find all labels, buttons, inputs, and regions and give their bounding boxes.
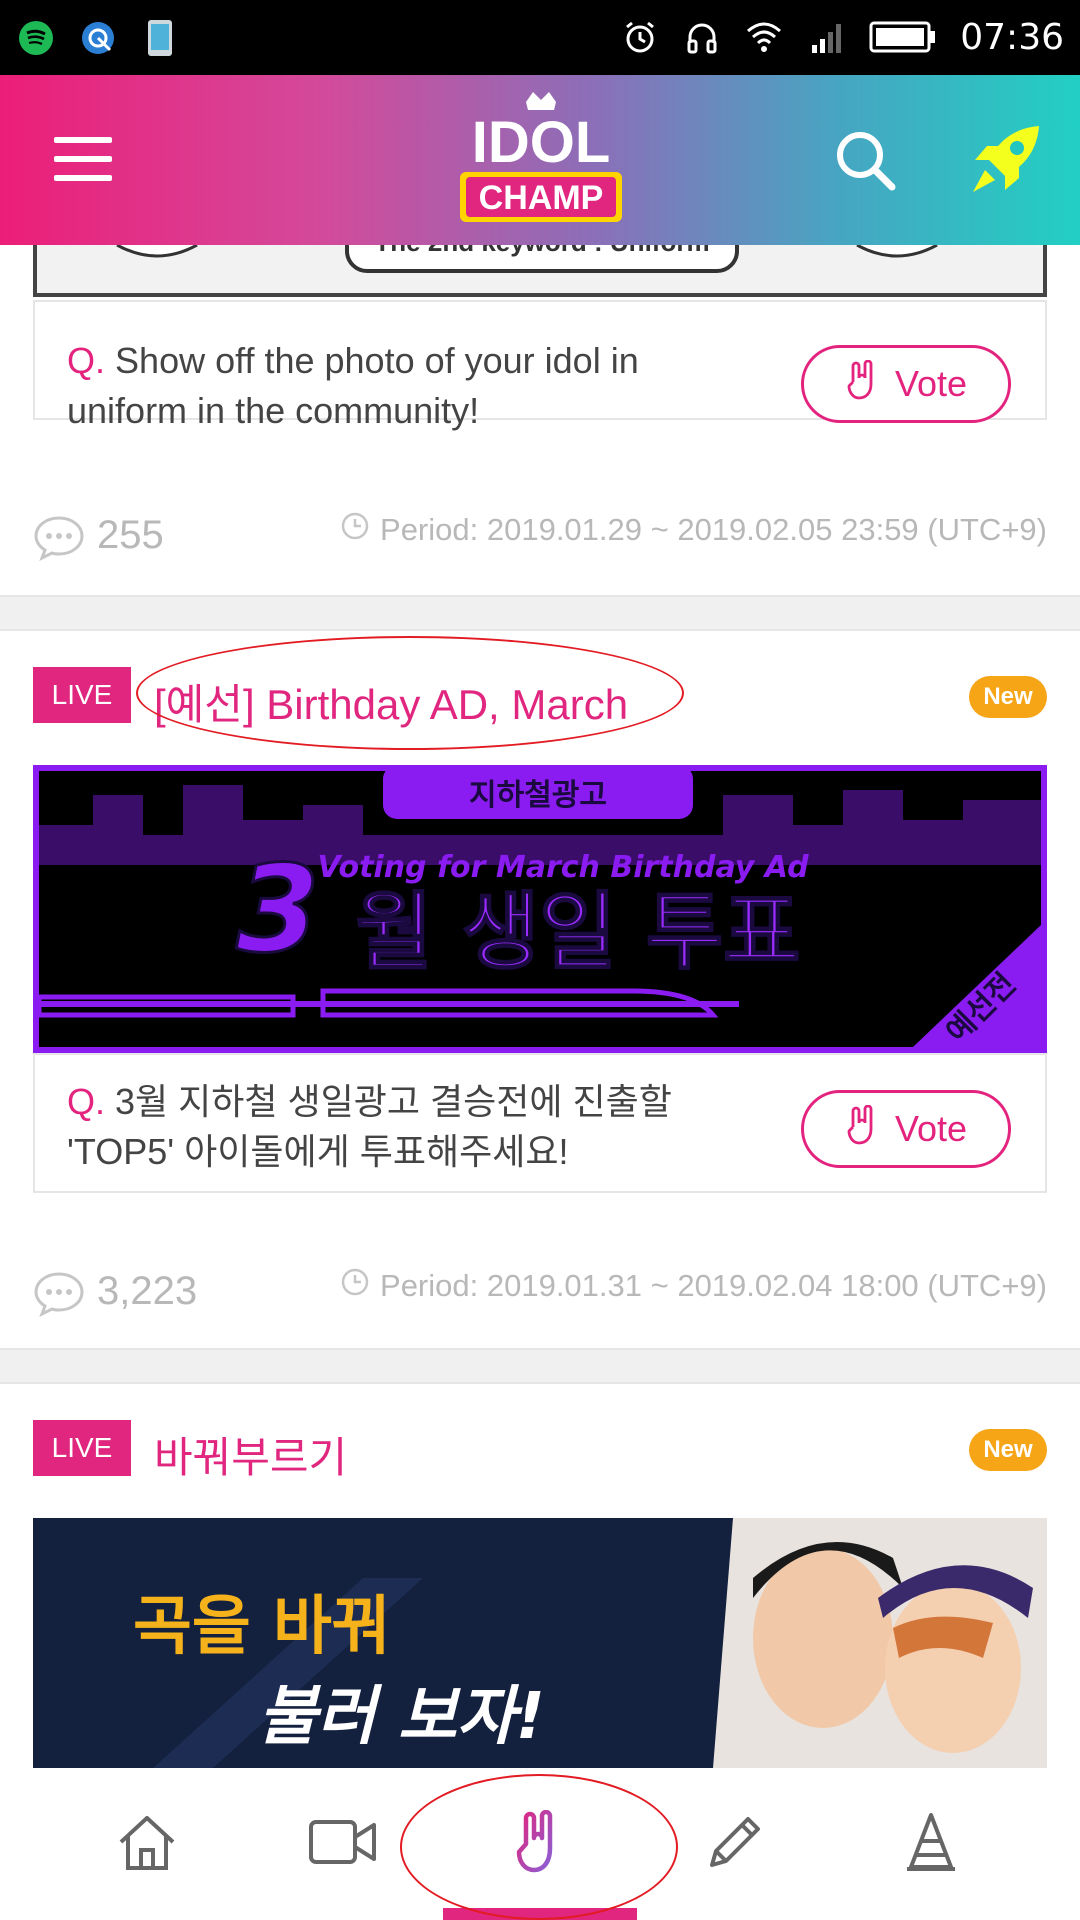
rock-hand-icon [845,1104,879,1154]
comment-icon[interactable] [33,515,85,562]
wifi-icon [744,17,784,57]
section-divider [0,595,1080,631]
battery-icon [868,17,938,57]
banner-subtitle: Voting for March Birthday Ad [317,850,809,885]
nav-active-indicator [443,1908,637,1920]
section-divider [0,1348,1080,1384]
menu-icon[interactable] [54,137,112,181]
vote-title[interactable]: 바꿔부르기 [154,1424,347,1485]
card-meta: 255 Period: 2019.01.29 ~ 2019.02.05 23:5… [33,507,1047,567]
vote-title[interactable]: [예선] Birthday AD, March [154,671,628,732]
vote-label: Vote [894,1108,968,1149]
pencil-icon [704,1811,766,1878]
nav-vote[interactable] [445,1768,635,1920]
nav-home[interactable] [52,1768,242,1920]
nav-write[interactable] [640,1768,830,1920]
status-bar: 07:36 [0,0,1080,75]
comment-count: 3,223 [97,1269,198,1313]
search-icon[interactable] [830,125,900,195]
banner-number: 3 [236,841,320,980]
logo-text-idol: IDOL [472,110,611,175]
period-text: Period: 2019.01.29 ~ 2019.02.05 23:59 (U… [380,512,1047,547]
question-line1: 3월 지하철 생일광고 결승전에 진출할 [115,1081,672,1122]
home-icon [115,1812,179,1877]
nav-ranking[interactable] [836,1768,1026,1920]
vote-card-song-swap: LIVE 바꿔부르기 New 곡을 바꿔 불러 보자! [0,1384,1080,1768]
question-box: Q. Show off the photo of your idol in un… [33,300,1047,431]
idol-champ-logo[interactable]: IDOL CHAMP [458,90,624,230]
clock-time: 07:36 [960,16,1064,58]
phone-app-icon [140,18,180,58]
song-swap-banner[interactable]: 곡을 바꿔 불러 보자! [33,1518,1047,1768]
vote-button[interactable]: Vote [801,345,1011,423]
video-icon [308,1817,378,1872]
question-prefix: Q. [67,1081,106,1122]
bottom-navigation [0,1768,1080,1920]
card-meta: 3,223 Period: 2019.01.31 ~ 2019.02.04 18… [33,1263,1047,1323]
uniform-banner[interactable]: The 2nd keyword : Uniform [33,245,1047,297]
clock-icon [340,1267,370,1305]
banner-line2: 불러 보자! [258,1680,545,1754]
live-badge: LIVE [33,1420,131,1476]
comment-icon[interactable] [33,1271,85,1318]
app-header: IDOL CHAMP [0,75,1080,245]
nav-video[interactable] [248,1768,438,1920]
vote-button[interactable]: Vote [801,1090,1011,1168]
banner-line1: 곡을 바꿔 [133,1590,391,1664]
headphones-icon [682,17,722,57]
period-text: Period: 2019.01.31 ~ 2019.02.04 18:00 (U… [380,1268,1047,1303]
banner-top-text: 지하철광고 [469,778,607,813]
vote-label: Vote [894,363,968,404]
browser-icon [78,18,118,58]
spotify-icon [16,18,56,58]
new-badge: New [969,676,1047,718]
uniform-banner-caption: The 2nd keyword : Uniform [374,245,709,257]
question-line2: uniform in the community! [67,390,480,431]
question-prefix: Q. [67,340,106,381]
rock-hand-icon [845,359,879,409]
rocket-icon[interactable] [965,120,1045,200]
vote-hand-icon [512,1809,568,1879]
comment-count: 255 [97,513,164,557]
question-text: Q. 3월 지하철 생일광고 결승전에 진출할 'TOP5' 아이돌에게 투표해… [67,1077,707,1177]
question-line1: Show off the photo of your idol in [115,340,639,381]
clock-icon [340,511,370,549]
period-info: Period: 2019.01.29 ~ 2019.02.05 23:59 (U… [340,511,1047,549]
period-info: Period: 2019.01.31 ~ 2019.02.04 18:00 (U… [340,1267,1047,1305]
logo-text-champ: CHAMP [479,179,604,217]
cone-icon [903,1811,959,1878]
banner-main-text: 월 생일 투표 [356,883,801,981]
alarm-icon [620,17,660,57]
birthday-ad-banner[interactable]: 지하철광고 3 Voting for March Birthday Ad 월 생… [33,765,1047,1053]
live-badge: LIVE [33,667,131,723]
vote-card-birthday-ad: LIVE [예선] Birthday AD, March New 지하철광고 3… [0,631,1080,1346]
signal-icon [806,17,846,57]
new-badge: New [969,1429,1047,1471]
question-box: Q. 3월 지하철 생일광고 결승전에 진출할 'TOP5' 아이돌에게 투표해… [33,1053,1047,1193]
vote-card-uniform: The 2nd keyword : Uniform Q. Show off th… [0,245,1080,595]
question-line2: 'TOP5' 아이돌에게 투표해주세요! [67,1131,569,1172]
question-text: Q. Show off the photo of your idol in un… [67,336,707,436]
